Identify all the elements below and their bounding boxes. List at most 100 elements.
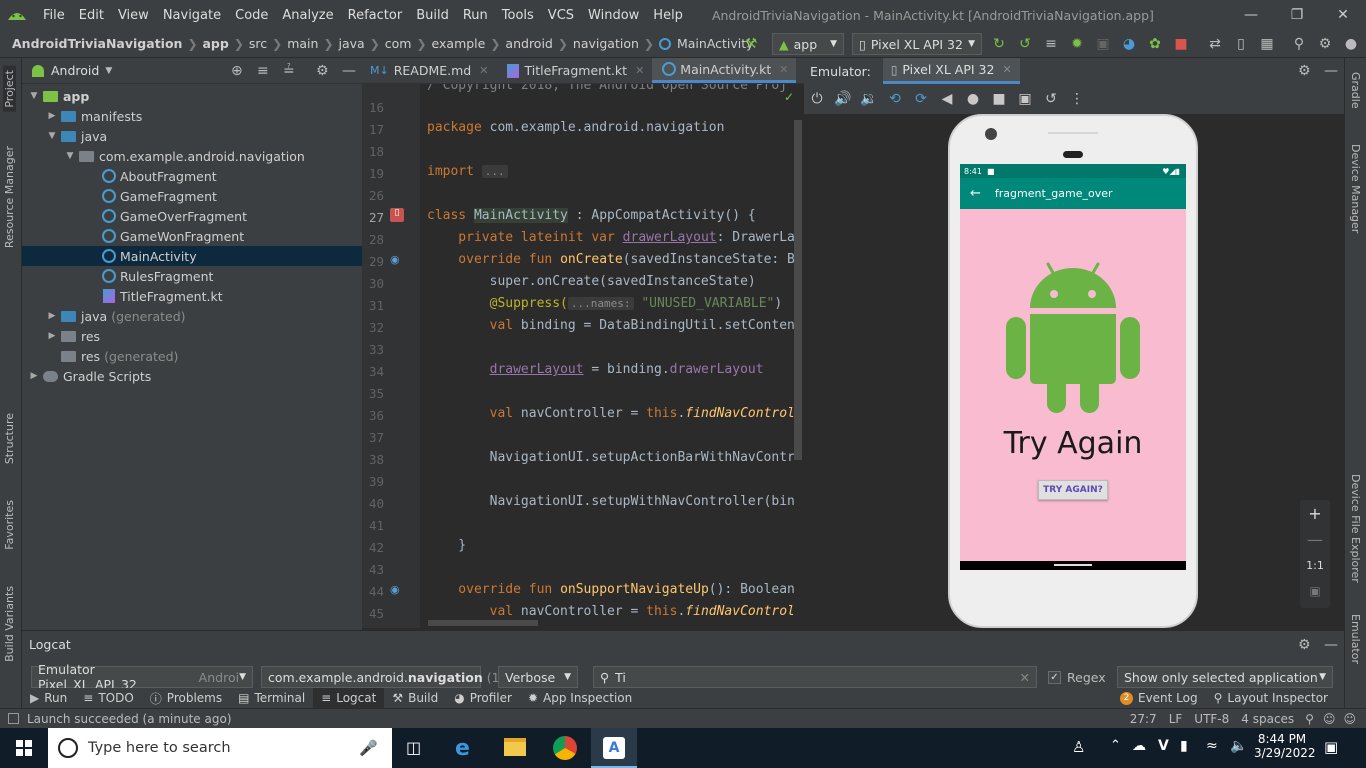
profiler-icon[interactable]: ◕ xyxy=(1119,34,1139,54)
indent-setting[interactable]: 4 spaces xyxy=(1235,712,1300,726)
locate-icon[interactable]: ⊕ xyxy=(231,63,243,79)
clear-icon[interactable]: ✕ xyxy=(1020,670,1030,685)
menu-tools[interactable]: Tools xyxy=(495,8,541,23)
lock-icon[interactable]: ⚲ xyxy=(1300,712,1319,726)
device-manager-tab[interactable]: Device Manager xyxy=(1349,144,1362,233)
regex-checkbox[interactable]: ✓ Regex xyxy=(1048,670,1106,685)
tab-app-inspection[interactable]: ✹ App Inspection xyxy=(520,688,640,708)
chevron-up-icon[interactable]: ⌃ xyxy=(1110,738,1121,753)
breadcrumb-com[interactable]: com xyxy=(382,36,415,51)
tab-emulator-device[interactable]: ▯ Pixel XL API 32 ✕ xyxy=(882,58,1020,84)
debug-icon[interactable]: ✹ xyxy=(1067,34,1087,54)
tree-item-package[interactable]: ▼ com.example.android.navigation xyxy=(22,146,362,166)
checkbox-checked-icon[interactable]: ✓ xyxy=(1048,671,1061,684)
person-icon[interactable]: ♙ xyxy=(1072,738,1085,756)
taskbar-clock[interactable]: 8:44 PM 3/29/2022 xyxy=(1254,732,1316,760)
device-select[interactable]: ▯ Pixel XL API 32 ▼ xyxy=(852,33,982,55)
editor-hscrollbar[interactable] xyxy=(428,620,538,626)
onedrive-icon[interactable]: ☁ xyxy=(1132,738,1146,754)
tab-profiler[interactable]: ◕ Profiler xyxy=(446,688,520,708)
menu-help[interactable]: Help xyxy=(646,8,690,23)
breadcrumb-navigation[interactable]: navigation xyxy=(570,36,642,51)
file-explorer-icon[interactable] xyxy=(504,738,526,756)
menu-run[interactable]: Run xyxy=(456,8,495,23)
chevron-right-icon[interactable]: ▶ xyxy=(46,311,58,321)
tab-todo[interactable]: ≡ TODO xyxy=(75,688,142,708)
home-indicator[interactable] xyxy=(1054,564,1092,566)
tab-terminal[interactable]: ▤ Terminal xyxy=(230,688,313,708)
breadcrumb-main[interactable]: main xyxy=(284,36,321,51)
device-manager-icon[interactable]: ▯ xyxy=(1231,34,1251,54)
chevron-down-icon[interactable]: ▼ xyxy=(46,131,58,141)
gear-icon[interactable]: ⚙ xyxy=(316,63,329,79)
breadcrumb-android[interactable]: android xyxy=(502,36,555,51)
tab-event-log[interactable]: 2 Event Log xyxy=(1112,688,1206,708)
hide-panel-icon[interactable]: — xyxy=(342,63,356,79)
home-icon[interactable]: ● xyxy=(960,91,986,107)
resource-manager-tab[interactable]: Resource Manager xyxy=(3,146,16,248)
breadcrumb-app[interactable]: app xyxy=(200,36,232,51)
gutter-activity-icon[interactable]: ▯ xyxy=(390,208,404,222)
chevron-right-icon[interactable]: ▶ xyxy=(46,111,58,121)
account-icon[interactable]: ● xyxy=(1341,34,1361,54)
notification-center-icon[interactable]: ▣ xyxy=(1324,738,1338,756)
tree-item-gradle-scripts[interactable]: ▶ Gradle Scripts xyxy=(22,366,362,386)
tree-item-res[interactable]: ▶ res xyxy=(22,326,362,346)
code-editor[interactable]: / Copyright 2018, The Android Open Sourc… xyxy=(420,84,802,628)
edge-icon[interactable]: e xyxy=(455,736,479,761)
restore-icon[interactable]: ❐ xyxy=(1274,0,1320,30)
wifi-icon[interactable]: ≈ xyxy=(1206,738,1218,754)
run-config-select[interactable]: ▲ app ▼ xyxy=(772,33,844,55)
tab-readme[interactable]: M↓ README.md ✕ xyxy=(362,58,496,83)
tree-item-java-generated[interactable]: ▶ java (generated) xyxy=(22,306,362,326)
tree-item-app[interactable]: ▼ app xyxy=(22,86,362,106)
collapse-all-icon[interactable]: ≟ xyxy=(283,63,295,79)
sync-icon[interactable]: ⇄ xyxy=(1205,34,1225,54)
hammer-icon[interactable]: ⚒ xyxy=(741,34,761,54)
taskbar-search-box[interactable]: Type here to search 🎤 xyxy=(48,728,392,768)
menu-navigate[interactable]: Navigate xyxy=(156,8,228,23)
rotate-right-icon[interactable]: ⟳ xyxy=(908,91,934,107)
logcat-device-select[interactable]: Emulator Pixel_XL_API_32 Androi ▼ xyxy=(31,662,253,692)
chrome-icon[interactable] xyxy=(553,736,577,760)
gear-icon[interactable]: ⚙ xyxy=(1298,637,1311,653)
volume-icon[interactable]: 🔈 xyxy=(1230,738,1247,754)
vpn-icon[interactable]: V xyxy=(1158,738,1169,754)
tree-item-manifests[interactable]: ▶ manifests xyxy=(22,106,362,126)
chevron-down-icon[interactable]: ▼ xyxy=(28,91,40,101)
menu-file[interactable]: File xyxy=(36,8,72,23)
menu-edit[interactable]: Edit xyxy=(72,8,111,23)
hide-panel-icon[interactable]: — xyxy=(1324,63,1338,79)
back-icon[interactable]: ◀ xyxy=(934,91,960,107)
taskbar-android-studio-active[interactable]: A xyxy=(591,728,637,768)
try-again-button[interactable]: TRY AGAIN? xyxy=(1038,480,1108,500)
fold-placeholder[interactable]: ... xyxy=(481,165,508,178)
menu-vcs[interactable]: VCS xyxy=(541,8,581,23)
structure-tab[interactable]: Structure xyxy=(3,413,16,464)
tab-problems[interactable]: ⓘ Problems xyxy=(142,688,230,708)
expand-all-icon[interactable]: ≡ xyxy=(257,63,269,79)
zoom-fit-button[interactable]: ▣ xyxy=(1300,578,1330,604)
overview-icon[interactable]: ■ xyxy=(986,91,1012,107)
snapshot-icon[interactable]: ↺ xyxy=(1038,91,1064,107)
gear-icon[interactable]: ⚙ xyxy=(1315,34,1335,54)
volume-down-icon[interactable]: 🔉 xyxy=(856,91,882,107)
logcat-package-select[interactable]: com.example.android.navigation (1 ▼ xyxy=(261,666,507,688)
microphone-icon[interactable]: 🎤 xyxy=(359,739,378,757)
windows-start-icon[interactable] xyxy=(16,740,32,756)
zoom-out-button[interactable]: — xyxy=(1300,526,1330,552)
tree-item-gamewonfragment[interactable]: GameWonFragment xyxy=(22,226,362,246)
menu-build[interactable]: Build xyxy=(409,8,456,23)
tree-item-titlefragment[interactable]: TitleFragment.kt xyxy=(22,286,362,306)
gradle-tab[interactable]: Gradle xyxy=(1349,72,1362,109)
override-icon[interactable]: ◉ xyxy=(390,253,400,266)
attach-debugger-icon[interactable]: ▣ xyxy=(1093,34,1113,54)
tree-item-gamefragment[interactable]: GameFragment xyxy=(22,186,362,206)
menu-window[interactable]: Window xyxy=(581,8,646,23)
tree-item-rulesfragment[interactable]: RulesFragment xyxy=(22,266,362,286)
camera-icon[interactable]: ▣ xyxy=(1012,91,1038,107)
volume-up-icon[interactable]: 🔊 xyxy=(830,91,856,107)
close-icon[interactable]: ✕ xyxy=(635,64,644,77)
gear-icon[interactable]: ⚙ xyxy=(1298,63,1311,79)
close-icon[interactable]: ✕ xyxy=(1002,63,1011,76)
